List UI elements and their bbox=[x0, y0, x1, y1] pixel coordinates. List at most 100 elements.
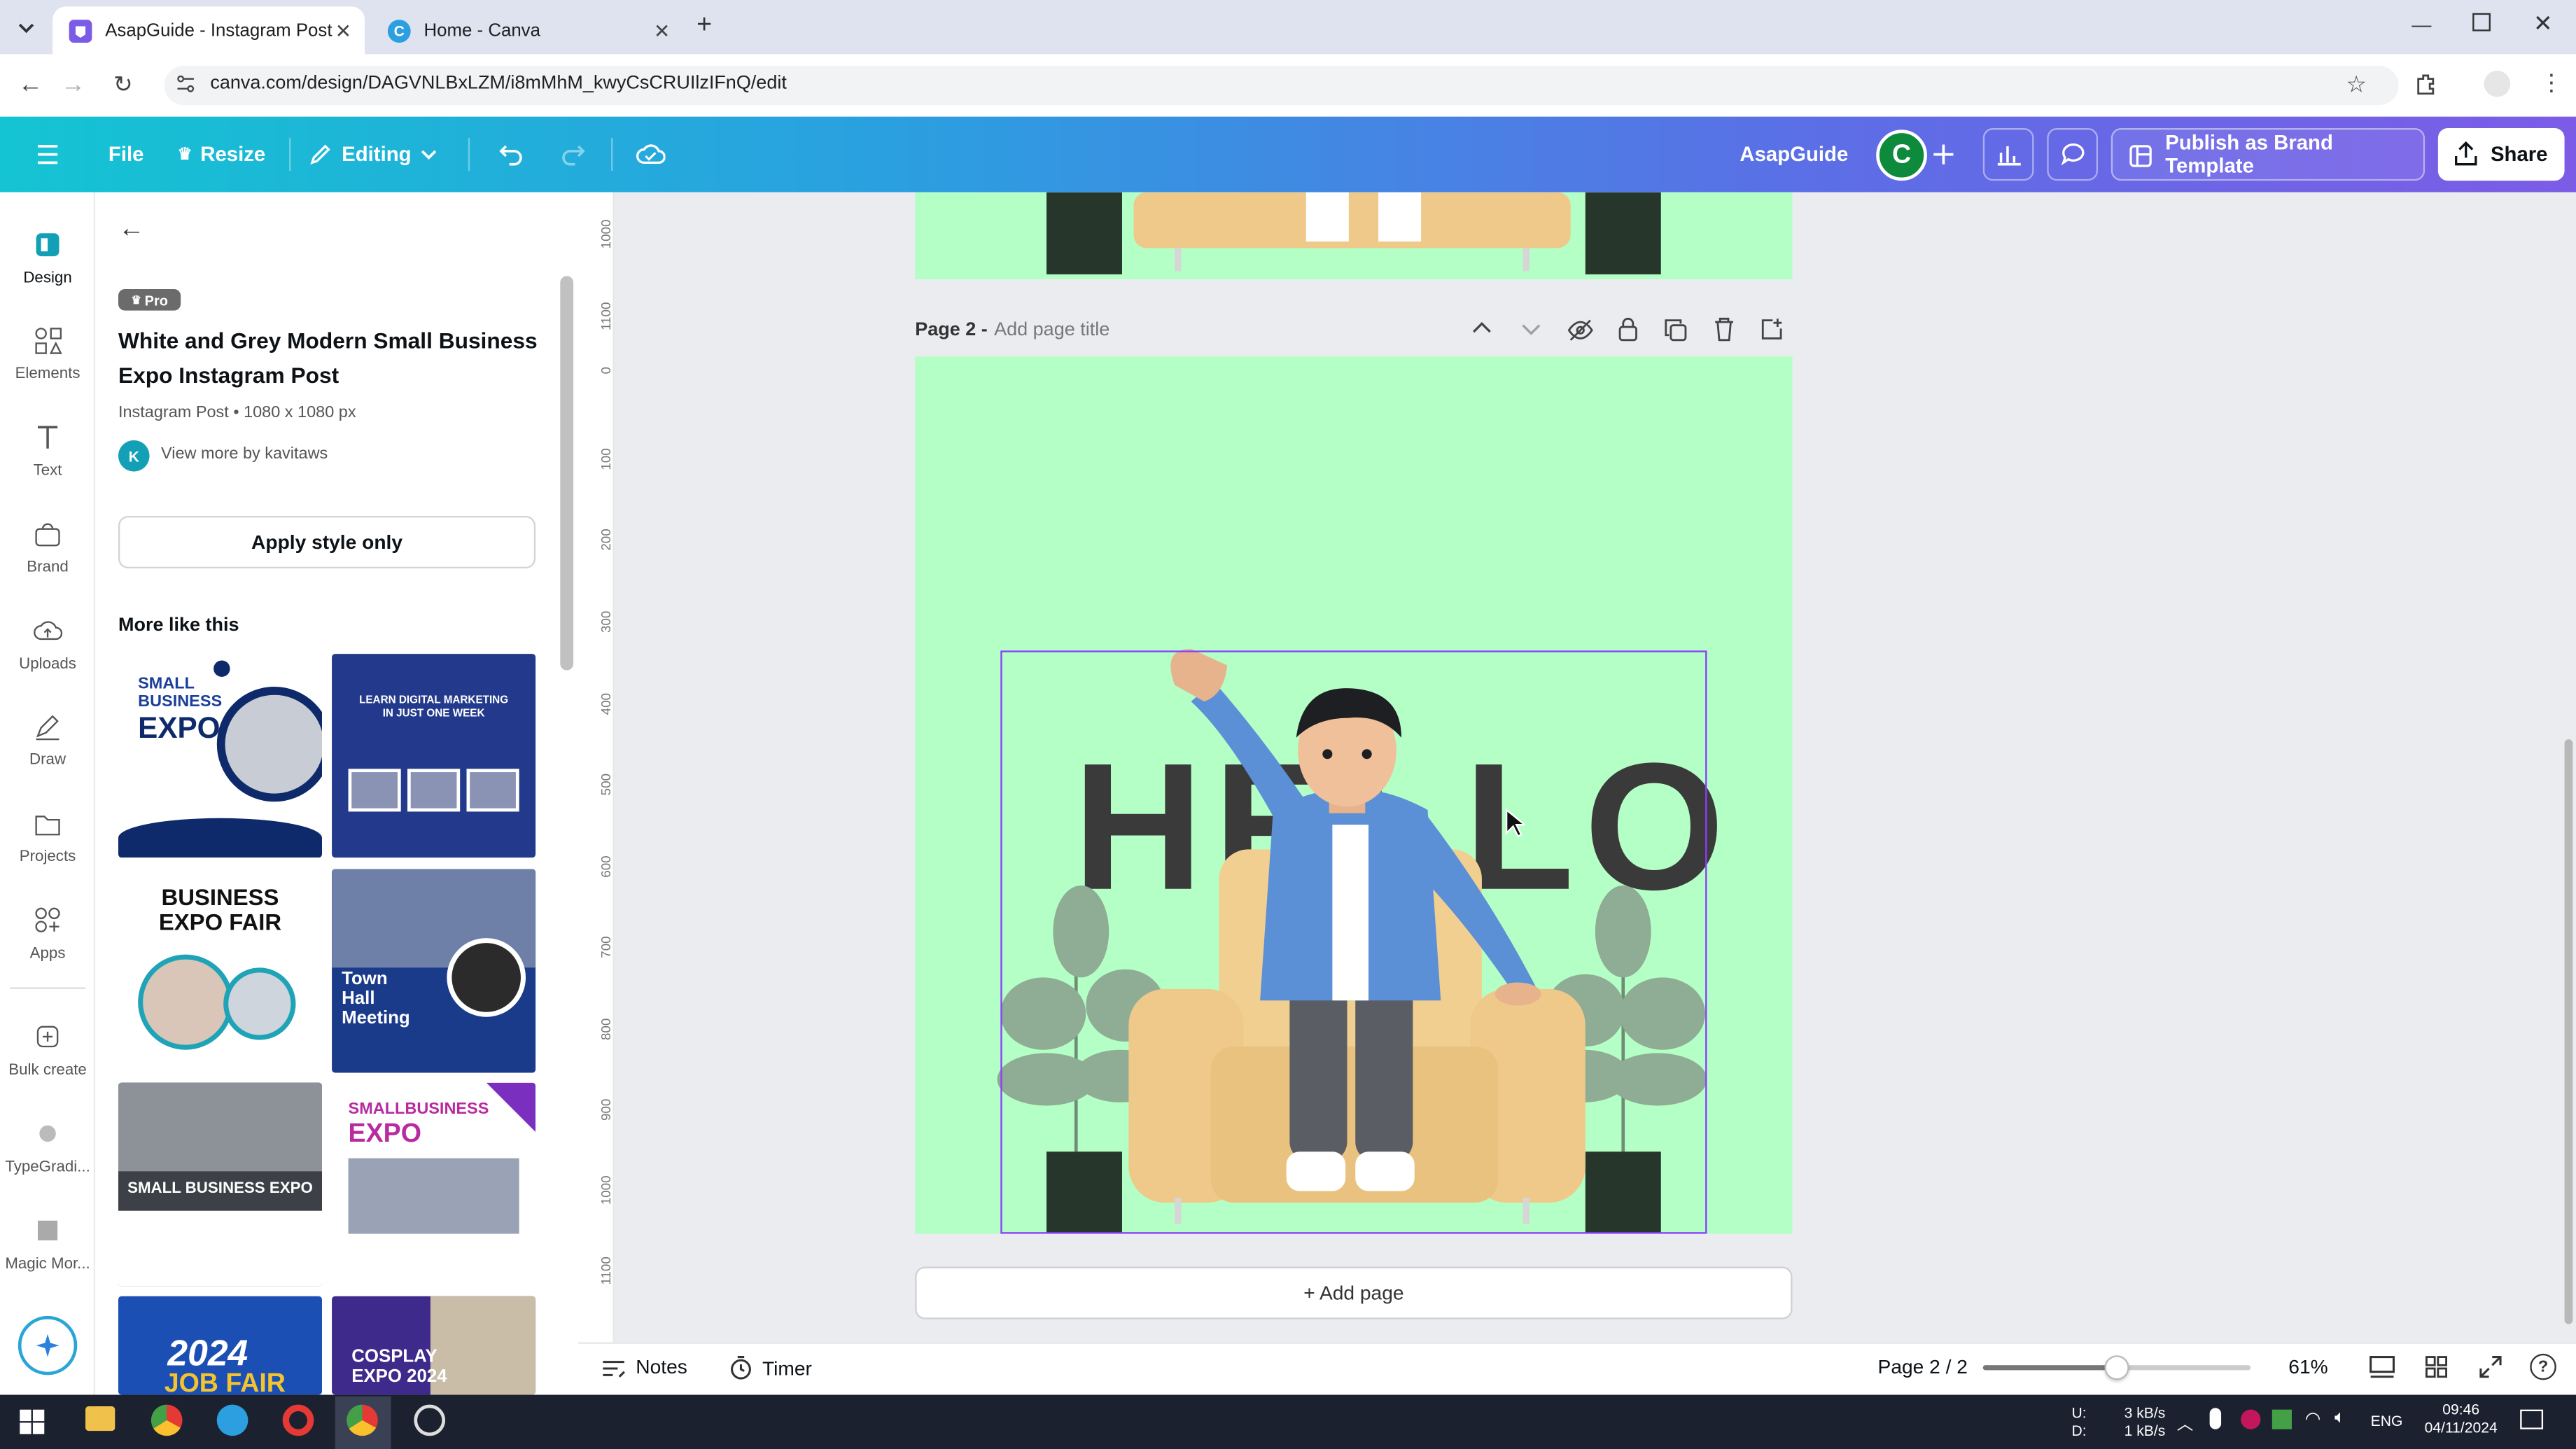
template-thumbnail[interactable]: BUSINESS EXPO FAIR bbox=[118, 869, 322, 1073]
tab-asapguide[interactable]: AsapGuide - Instagram Post ✕ bbox=[52, 6, 365, 55]
volume-icon[interactable]: 🔈︎ bbox=[2334, 1408, 2346, 1429]
recorder-icon[interactable] bbox=[282, 1404, 314, 1436]
site-info-icon[interactable] bbox=[176, 74, 195, 94]
main-menu-icon[interactable] bbox=[24, 134, 71, 174]
profile-avatar[interactable] bbox=[2484, 70, 2511, 97]
template-thumbnail[interactable]: Town Hall Meeting bbox=[332, 869, 536, 1073]
user-avatar[interactable]: C bbox=[1876, 130, 1927, 181]
restore-icon[interactable] bbox=[2472, 13, 2491, 31]
notifications-icon[interactable] bbox=[2520, 1409, 2544, 1429]
forward-icon[interactable]: → bbox=[61, 71, 85, 99]
canva-tab-icon bbox=[69, 18, 92, 42]
magic-assistant-button[interactable] bbox=[18, 1315, 78, 1376]
back-icon[interactable]: ← bbox=[18, 71, 43, 99]
lock-icon[interactable] bbox=[1618, 317, 1638, 342]
bulk-create-icon bbox=[0, 1018, 95, 1055]
hide-page-icon[interactable] bbox=[1567, 318, 1594, 342]
rail-item-projects[interactable]: Projects bbox=[0, 805, 95, 866]
rail-item-text[interactable]: Text bbox=[0, 419, 95, 479]
ruler-label: 900 bbox=[598, 1098, 614, 1121]
close-tab-icon[interactable]: ✕ bbox=[654, 20, 671, 43]
undo-icon[interactable] bbox=[488, 134, 534, 174]
tab-list-button[interactable] bbox=[10, 13, 43, 43]
zoom-slider[interactable] bbox=[1982, 1355, 2251, 1380]
rail-item-elements[interactable]: Elements bbox=[0, 322, 95, 383]
page-view-icon[interactable] bbox=[2369, 1355, 2395, 1380]
insights-button[interactable] bbox=[1982, 128, 2034, 181]
resize-button[interactable]: ♛ Resize bbox=[177, 117, 265, 192]
canvas-scrollbar[interactable] bbox=[2564, 739, 2573, 1324]
help-icon[interactable]: ? bbox=[2530, 1353, 2556, 1380]
tray-app-icon[interactable] bbox=[2272, 1409, 2292, 1429]
zoom-level[interactable]: 61% bbox=[2288, 1355, 2328, 1378]
author-avatar[interactable]: K bbox=[118, 440, 150, 472]
app-icon[interactable] bbox=[216, 1404, 248, 1436]
view-more-link[interactable]: View more by kavitaws bbox=[161, 445, 328, 463]
redo-icon[interactable] bbox=[550, 134, 596, 174]
template-thumbnail[interactable]: COSPLAY EXPO 2024 bbox=[332, 1296, 536, 1395]
delete-page-icon[interactable] bbox=[1714, 317, 1735, 342]
template-thumbnail[interactable]: SMALLBUSINESS EXPO bbox=[332, 1082, 536, 1287]
invite-plus-icon[interactable] bbox=[1921, 134, 1967, 174]
notes-button[interactable]: Notes bbox=[601, 1355, 687, 1378]
back-arrow-icon[interactable]: ← bbox=[118, 215, 145, 244]
close-tab-icon[interactable]: ✕ bbox=[335, 20, 352, 43]
tab-home-canva[interactable]: C Home - Canva ✕ bbox=[371, 6, 683, 54]
template-thumbnail[interactable]: LEARN DIGITAL MARKETING IN JUST ONE WEEK bbox=[332, 654, 536, 858]
page-title-input[interactable]: Add page title bbox=[994, 321, 1110, 340]
chrome-active-taskbar-button[interactable] bbox=[335, 1396, 391, 1449]
obs-icon[interactable] bbox=[414, 1404, 446, 1436]
tray-app-icon[interactable] bbox=[2241, 1409, 2261, 1429]
share-button[interactable]: Share bbox=[2437, 128, 2565, 181]
rail-item-magic-mor[interactable]: Magic Mor... bbox=[0, 1212, 95, 1273]
clock[interactable]: 09:46 04/11/2024 bbox=[2418, 1401, 2504, 1438]
rail-item-draw[interactable]: Draw bbox=[0, 708, 95, 769]
close-window-icon[interactable]: ✕ bbox=[2533, 10, 2553, 38]
editing-mode-dropdown[interactable]: Editing bbox=[309, 117, 438, 192]
page-1-preview[interactable] bbox=[915, 192, 1793, 279]
file-menu[interactable]: File bbox=[108, 117, 144, 192]
reload-icon[interactable]: ↻ bbox=[113, 71, 133, 99]
fullscreen-icon[interactable] bbox=[2479, 1355, 2502, 1378]
cloud-saved-icon[interactable] bbox=[628, 134, 674, 174]
comments-button[interactable] bbox=[2047, 128, 2099, 181]
character-armchair-illustration[interactable] bbox=[915, 356, 1792, 1234]
new-tab-button[interactable]: + bbox=[696, 11, 712, 41]
extensions-icon[interactable] bbox=[2415, 72, 2438, 95]
wifi-icon[interactable]: ◠ bbox=[2305, 1408, 2321, 1429]
language-indicator[interactable]: ENG bbox=[2371, 1413, 2403, 1431]
tray-chevron-icon[interactable]: ︿ bbox=[2177, 1410, 2193, 1434]
template-thumbnail[interactable]: SMALL BUSINESS EXPO bbox=[118, 654, 322, 858]
microphone-icon[interactable] bbox=[2209, 1408, 2222, 1429]
windows-start-icon[interactable] bbox=[20, 1409, 45, 1434]
url-text[interactable]: canva.com/design/DAGVNLBxLZM/i8mMhM_kwyC… bbox=[210, 74, 786, 94]
brand-name[interactable]: AsapGuide bbox=[1740, 117, 1848, 192]
rail-item-brand[interactable]: Brand bbox=[0, 516, 95, 577]
rail-item-design[interactable]: Design bbox=[0, 227, 95, 288]
rail-item-typegradi[interactable]: TypeGradi... bbox=[0, 1116, 95, 1176]
grid-view-icon[interactable] bbox=[2425, 1355, 2448, 1378]
page-2-canvas[interactable]: HELLO bbox=[915, 356, 1793, 1234]
apply-style-button[interactable]: Apply style only bbox=[118, 515, 536, 569]
timer-button[interactable]: Timer bbox=[729, 1355, 812, 1380]
rail-item-apps[interactable]: Apps bbox=[0, 902, 95, 962]
file-explorer-icon[interactable] bbox=[85, 1406, 115, 1432]
template-thumbnail[interactable]: SMALL BUSINESS EXPO bbox=[118, 1082, 322, 1287]
add-page-button[interactable]: + Add page bbox=[915, 1266, 1793, 1320]
template-thumbnail[interactable]: 2024 JOB FAIR bbox=[118, 1296, 322, 1395]
minimize-icon[interactable]: — bbox=[2412, 13, 2431, 36]
add-page-icon[interactable] bbox=[1761, 317, 1784, 340]
browser-menu-icon[interactable]: ⋮ bbox=[2540, 69, 2563, 97]
chrome-icon[interactable] bbox=[150, 1404, 183, 1436]
rail-item-bulk-create[interactable]: Bulk create bbox=[0, 1018, 95, 1079]
chevron-down-icon[interactable] bbox=[1521, 323, 1544, 346]
bookmark-star-icon[interactable]: ☆ bbox=[2346, 71, 2366, 99]
duplicate-page-icon[interactable] bbox=[1664, 318, 1687, 342]
page-indicator[interactable]: Page 2 / 2 bbox=[1878, 1355, 1968, 1378]
publish-brand-template-button[interactable]: Publish as Brand Template bbox=[2110, 128, 2426, 181]
rail-item-uploads[interactable]: Uploads bbox=[0, 612, 95, 673]
chevron-up-icon[interactable] bbox=[1472, 321, 1495, 344]
panel-scrollbar[interactable] bbox=[560, 276, 574, 1393]
pro-badge: ♛ Pro bbox=[118, 289, 181, 311]
zoom-slider-handle[interactable] bbox=[2104, 1355, 2129, 1380]
